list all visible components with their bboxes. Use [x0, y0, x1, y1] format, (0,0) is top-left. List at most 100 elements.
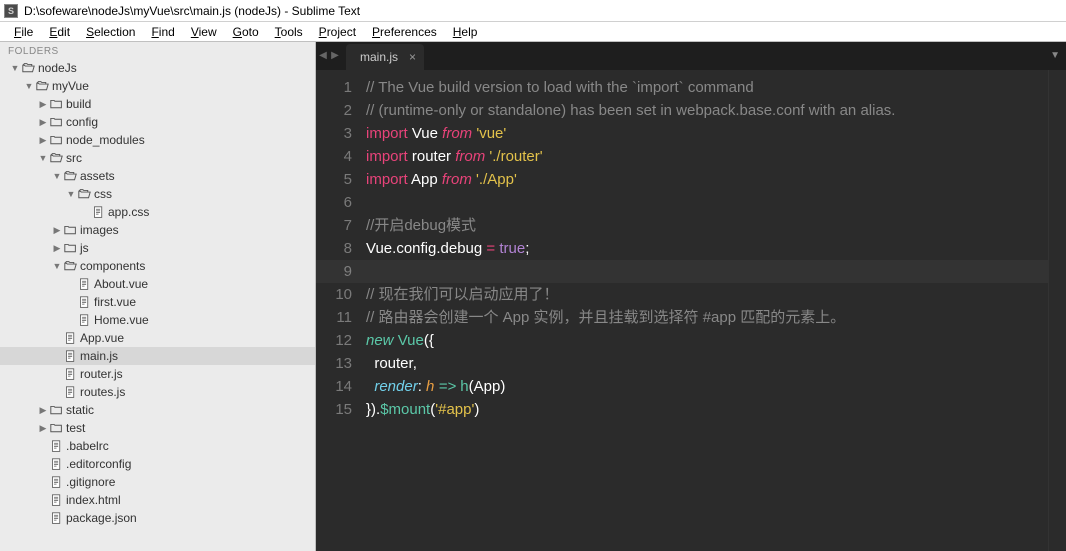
tree-label: first.vue [94, 295, 136, 309]
tree-folder[interactable]: ▼src [0, 149, 315, 167]
tree-file[interactable]: .editorconfig [0, 455, 315, 473]
tree-folder[interactable]: ▼ myVue [0, 77, 315, 95]
menu-tools[interactable]: Tools [267, 23, 311, 41]
tree-label: routes.js [80, 385, 125, 399]
menu-file[interactable]: File [6, 23, 41, 41]
menu-selection[interactable]: Selection [78, 23, 143, 41]
code-line[interactable]: }).$mount('#app') [366, 398, 1048, 421]
tree-file[interactable]: index.html [0, 491, 315, 509]
code-line[interactable]: Vue.config.debug = true; [366, 237, 1048, 260]
tab-next-icon[interactable]: ▶ [330, 48, 340, 62]
tree-file[interactable]: first.vue [0, 293, 315, 311]
menu-find[interactable]: Find [143, 23, 182, 41]
tree-folder[interactable]: ▶build [0, 95, 315, 113]
close-icon[interactable]: × [409, 50, 416, 64]
disclosure-icon[interactable]: ▼ [24, 81, 34, 91]
tree-label: app.css [108, 205, 149, 219]
tab-nav-arrows[interactable]: ◀ ▶ [318, 48, 340, 62]
disclosure-icon[interactable]: ▶ [38, 135, 48, 146]
file-icon [48, 458, 64, 471]
tree-label: components [80, 259, 145, 273]
file-icon [48, 494, 64, 507]
menu-project[interactable]: Project [311, 23, 364, 41]
code-line[interactable]: //开启debug模式 [366, 214, 1048, 237]
code-line[interactable]: // (runtime-only or standalone) has been… [366, 99, 1048, 122]
minimap[interactable] [1048, 70, 1066, 551]
tree-file[interactable]: About.vue [0, 275, 315, 293]
tab-main-js[interactable]: main.js × [346, 44, 424, 70]
disclosure-icon[interactable]: ▶ [38, 405, 48, 416]
line-number: 5 [316, 168, 352, 191]
code-line[interactable]: // The Vue build version to load with th… [366, 76, 1048, 99]
disclosure-icon[interactable]: ▼ [38, 153, 48, 163]
folder-icon [48, 404, 64, 417]
tree-folder[interactable]: ▶ static [0, 401, 315, 419]
tree-file[interactable]: .babelrc [0, 437, 315, 455]
code-line[interactable]: new Vue({ [366, 329, 1048, 352]
disclosure-icon[interactable]: ▶ [52, 225, 62, 236]
code-line[interactable]: // 现在我们可以启动应用了！ [366, 283, 1048, 306]
tree-file[interactable]: Home.vue [0, 311, 315, 329]
disclosure-icon[interactable]: ▼ [10, 63, 20, 73]
tree-file[interactable]: App.vue [0, 329, 315, 347]
tree-folder[interactable]: ▼ css [0, 185, 315, 203]
disclosure-icon[interactable]: ▼ [52, 261, 62, 271]
tab-dropdown-icon[interactable]: ▼ [1050, 50, 1060, 61]
editor-pane: ◀ ▶ main.js × ▼ 123456789101112131415 //… [316, 42, 1066, 551]
folder-tree: ▼nodeJs▼myVue▶build▶config▶node_modules▼… [0, 59, 315, 527]
tab-bar: ◀ ▶ main.js × ▼ [316, 42, 1066, 70]
tree-label: myVue [52, 79, 89, 93]
tree-file[interactable]: .gitignore [0, 473, 315, 491]
code-line[interactable] [366, 191, 1048, 214]
tree-file[interactable]: app.css [0, 203, 315, 221]
code-line[interactable]: render: h => h(App) [366, 375, 1048, 398]
line-number: 3 [316, 122, 352, 145]
tree-label: css [94, 187, 112, 201]
code-line[interactable]: import App from './App' [366, 168, 1048, 191]
disclosure-icon[interactable]: ▶ [38, 423, 48, 434]
disclosure-icon[interactable]: ▼ [52, 171, 62, 181]
line-number: 4 [316, 145, 352, 168]
tree-file[interactable]: routes.js [0, 383, 315, 401]
tree-folder[interactable]: ▼assets [0, 167, 315, 185]
menu-preferences[interactable]: Preferences [364, 23, 445, 41]
code-line[interactable]: import Vue from 'vue' [366, 122, 1048, 145]
tree-folder[interactable]: ▼ components [0, 257, 315, 275]
tree-folder[interactable]: ▶ images [0, 221, 315, 239]
tree-label: .gitignore [66, 475, 115, 489]
line-number: 6 [316, 191, 352, 214]
tree-folder[interactable]: ▼ nodeJs [0, 59, 315, 77]
tab-prev-icon[interactable]: ◀ [318, 48, 328, 62]
line-number: 2 [316, 99, 352, 122]
code-content[interactable]: // The Vue build version to load with th… [366, 70, 1048, 551]
menu-help[interactable]: Help [445, 23, 486, 41]
menu-goto[interactable]: Goto [225, 23, 267, 41]
folder-icon [76, 188, 92, 201]
menu-view[interactable]: View [183, 23, 225, 41]
tree-label: images [80, 223, 119, 237]
code-line[interactable]: import router from './router' [366, 145, 1048, 168]
tree-folder[interactable]: ▶config [0, 113, 315, 131]
code-line[interactable] [366, 260, 1048, 283]
code-line[interactable]: router, [366, 352, 1048, 375]
disclosure-icon[interactable]: ▶ [38, 117, 48, 128]
tree-folder[interactable]: ▶js [0, 239, 315, 257]
disclosure-icon[interactable]: ▶ [52, 243, 62, 254]
menu-edit[interactable]: Edit [41, 23, 78, 41]
tree-file[interactable]: main.js [0, 347, 315, 365]
disclosure-icon[interactable]: ▶ [38, 99, 48, 110]
tree-label: static [66, 403, 94, 417]
tree-folder[interactable]: ▶test [0, 419, 315, 437]
disclosure-icon[interactable]: ▼ [66, 189, 76, 199]
code-area[interactable]: 123456789101112131415 // The Vue build v… [316, 70, 1066, 551]
folder-icon [48, 152, 64, 165]
folder-icon [20, 62, 36, 75]
tree-file[interactable]: router.js [0, 365, 315, 383]
tree-label: nodeJs [38, 61, 77, 75]
file-icon [48, 440, 64, 453]
code-line[interactable]: // 路由器会创建一个 App 实例，并且挂载到选择符 #app 匹配的元素上。 [366, 306, 1048, 329]
file-icon [48, 476, 64, 489]
title-bar: D:\sofeware\nodeJs\myVue\src\main.js (no… [0, 0, 1066, 22]
tree-file[interactable]: package.json [0, 509, 315, 527]
tree-folder[interactable]: ▶node_modules [0, 131, 315, 149]
